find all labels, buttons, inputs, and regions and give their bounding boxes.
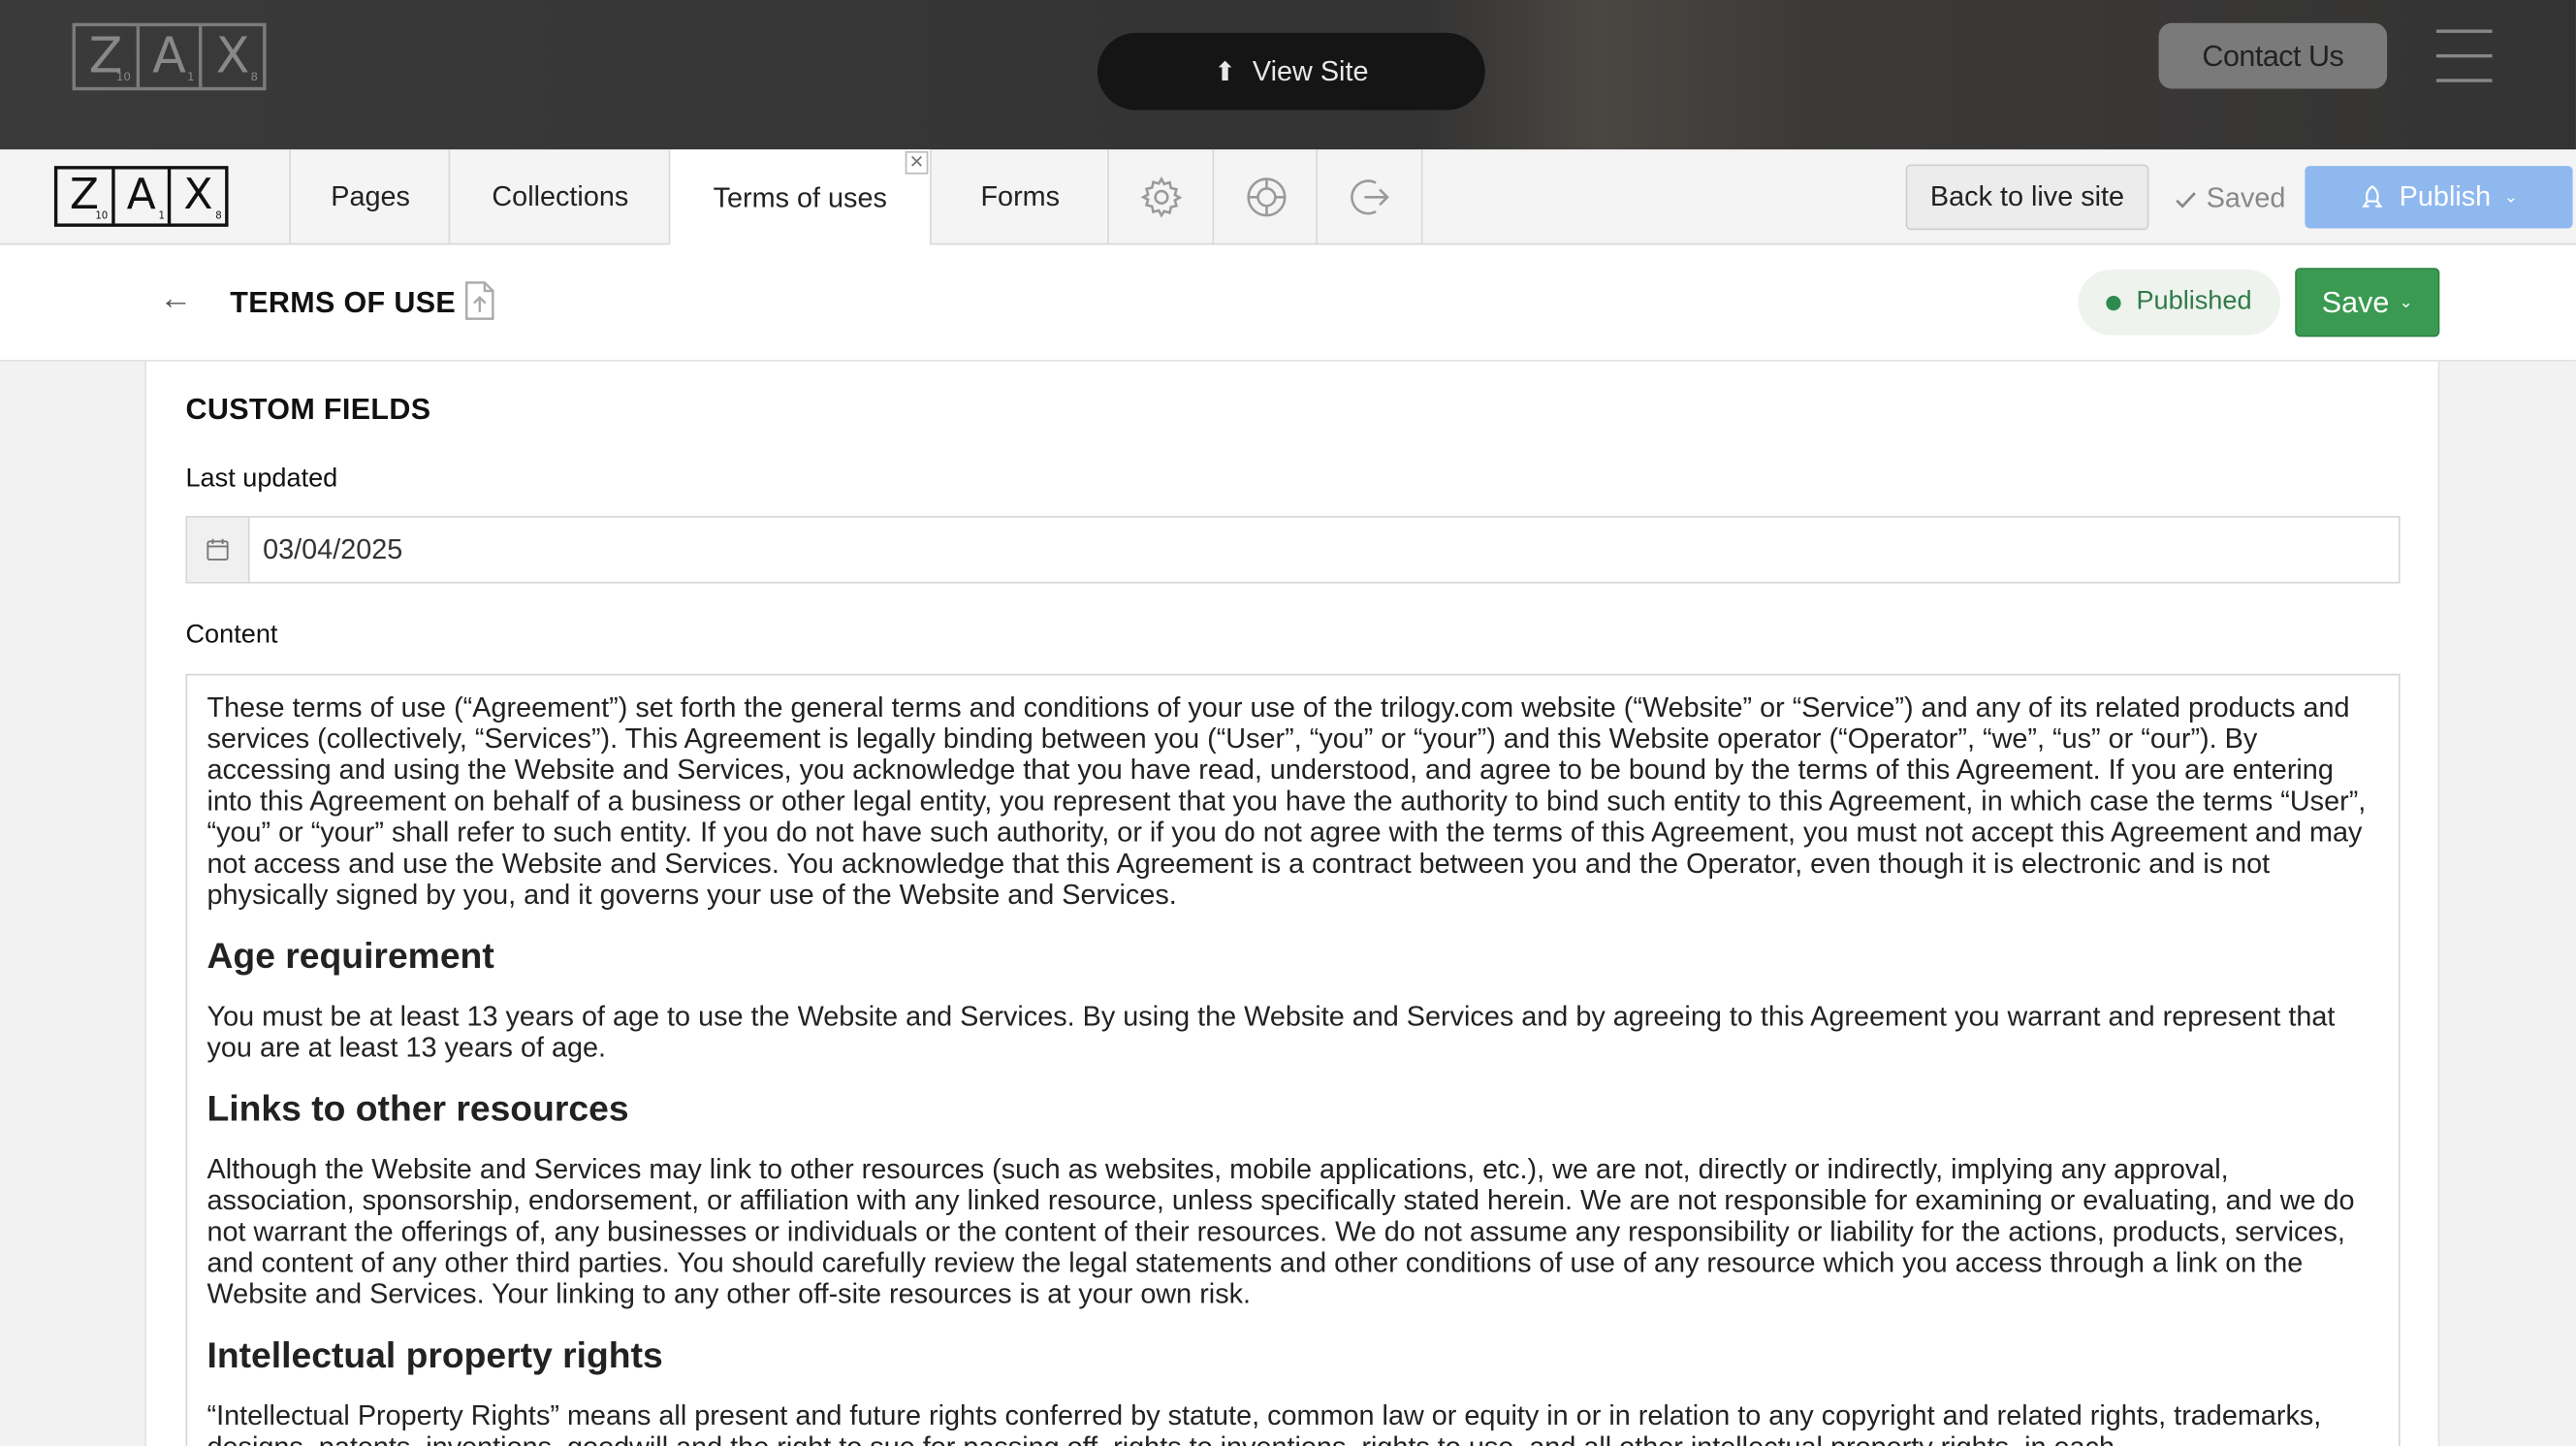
logo-letter: Z 10: [76, 26, 140, 87]
date-input[interactable]: [249, 517, 2399, 582]
publish-button[interactable]: Publish ⌄: [2305, 166, 2573, 229]
tab-label: Forms: [980, 180, 1061, 212]
custom-fields-panel: CUSTOM FIELDS Last updated Content These…: [144, 361, 2440, 1446]
content-label: Content: [185, 621, 278, 650]
tab-forms[interactable]: Forms: [930, 149, 1109, 245]
links-paragraph: Although the Website and Services may li…: [207, 1153, 2355, 1310]
save-label: Save: [2321, 284, 2390, 318]
rocket-icon: [2363, 185, 2384, 208]
save-button[interactable]: Save ⌄: [2295, 268, 2440, 337]
close-icon[interactable]: ✕: [905, 150, 929, 175]
site-header: Z 10 A1 X8 ⬆ View Site Contact Us: [0, 0, 2576, 150]
logout-icon: [1351, 179, 1389, 215]
app-root: Z 10 A1 X8 ⬆ View Site Contact Us Z 10 A1 …: [0, 0, 2576, 1446]
last-updated-label: Last updated: [185, 465, 338, 494]
view-site-button[interactable]: ⬆ View Site: [1097, 32, 1485, 111]
logo-letter: A1: [139, 26, 204, 87]
back-arrow-icon[interactable]: ←: [159, 281, 192, 319]
intro-paragraph: These terms of use (“Agreement”) set for…: [207, 691, 2367, 911]
saved-label: Saved: [2206, 182, 2286, 214]
tab-label: Pages: [331, 180, 410, 212]
view-site-label: View Site: [1252, 54, 1369, 86]
tab-pages[interactable]: Pages: [289, 149, 450, 245]
content-editor[interactable]: These terms of use (“Agreement”) set for…: [185, 673, 2401, 1446]
tab-label: Terms of uses: [713, 181, 887, 213]
tab-label: Collections: [492, 180, 629, 212]
tab-terms-of-uses[interactable]: Terms of uses ✕: [668, 149, 931, 247]
tab-collections[interactable]: Collections: [448, 149, 671, 245]
publish-label: Publish: [2399, 180, 2492, 212]
help-lifebuoy-icon: [1246, 177, 1286, 217]
tab-divider: [1420, 149, 1423, 245]
page-title: TERMS OF USE: [230, 285, 457, 319]
logo-letter: Z 10: [57, 169, 115, 224]
cms-logo[interactable]: Z 10 A1 X8: [53, 166, 229, 227]
back-to-live-site-button[interactable]: Back to live site: [1905, 164, 2149, 231]
ip-paragraph: “Intellectual Property Rights” means all…: [207, 1399, 2322, 1446]
logo-letter: X8: [215, 27, 259, 86]
contact-us-button[interactable]: Contact Us: [2158, 22, 2388, 89]
logout-tab[interactable]: [1316, 149, 1422, 245]
section-title: CUSTOM FIELDS: [185, 392, 431, 426]
age-paragraph: You must be at least 13 years of age to …: [207, 1000, 2336, 1064]
chevron-down-icon: ⌄: [2503, 188, 2518, 207]
saved-indicator: Saved: [2176, 182, 2286, 215]
settings-tab[interactable]: [1107, 149, 1214, 245]
last-updated-field[interactable]: [185, 516, 2401, 584]
status-dot: [2106, 295, 2122, 310]
cms-toolbar: Z 10 A1 X8 Pages Collections Terms of use…: [0, 149, 2576, 247]
help-tab[interactable]: [1212, 149, 1318, 245]
status-badge: Published: [2078, 269, 2280, 336]
site-logo[interactable]: Z 10 A1 X8: [72, 22, 267, 91]
heading-age-requirement: Age requirement: [207, 935, 494, 977]
calendar-icon[interactable]: [187, 517, 250, 582]
heading-links: Links to other resources: [207, 1087, 629, 1130]
page-header: ← TERMS OF USE Published Save ⌄: [0, 244, 2576, 362]
logo-letter: A1: [114, 169, 172, 224]
pointer-up-icon: ⬆: [1214, 58, 1236, 86]
checkmark-icon: [2176, 191, 2196, 208]
gear-icon: [1140, 176, 1183, 218]
document-upload-icon[interactable]: [461, 279, 497, 322]
chevron-down-icon: ⌄: [2399, 293, 2413, 312]
logo-letter: X8: [183, 171, 222, 222]
hamburger-menu-icon[interactable]: [2435, 29, 2493, 82]
heading-intellectual-property: Intellectual property rights: [207, 1334, 663, 1376]
status-label: Published: [2136, 287, 2252, 316]
